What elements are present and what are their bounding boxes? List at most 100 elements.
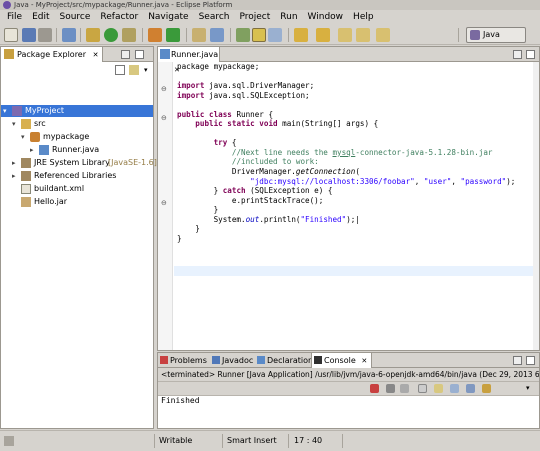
next-annotation-icon[interactable] — [294, 28, 308, 42]
tree-item-mypackage[interactable]: ▾ mypackage — [1, 131, 153, 143]
expanded-icon[interactable]: ▾ — [21, 133, 29, 141]
tab-problems[interactable]: Problems — [158, 353, 207, 368]
open-type-icon[interactable] — [192, 28, 206, 42]
remove-all-launches-icon[interactable] — [400, 384, 409, 393]
tree-item-runner-java[interactable]: ▸ Runner.java — [1, 144, 153, 156]
link-with-editor-icon[interactable] — [129, 65, 139, 75]
run-icon[interactable] — [104, 28, 118, 42]
menu-source[interactable]: Source — [55, 10, 96, 25]
last-edit-location-icon[interactable] — [338, 28, 352, 42]
expanded-icon[interactable]: ▾ — [12, 120, 20, 128]
search-icon[interactable] — [210, 28, 224, 42]
console-process-label: <terminated> Runner [Java Application] /… — [158, 368, 539, 382]
expanded-icon[interactable]: ▾ — [3, 107, 11, 115]
tree-item-label: MyProject — [25, 106, 65, 115]
toggle-mark-occurrences-icon[interactable] — [236, 28, 250, 42]
tree-item-label: mypackage — [43, 132, 90, 141]
tab-runner-java[interactable]: Runner.java ✕ — [158, 47, 220, 74]
code-text[interactable]: package mypackage; import java.sql.Drive… — [177, 62, 515, 243]
minimize-icon[interactable] — [513, 356, 522, 365]
tab-declaration[interactable]: Declaration — [255, 353, 313, 368]
current-line-highlight — [174, 266, 539, 276]
tree-item-label: src — [34, 119, 46, 128]
menu-refactor[interactable]: Refactor — [95, 10, 143, 25]
java-file-icon — [39, 145, 49, 155]
tree-item-label: Hello.jar — [34, 197, 68, 206]
view-menu-icon[interactable]: ▾ — [144, 66, 154, 76]
minimize-icon[interactable] — [513, 50, 522, 59]
tree-item-jre-system-library[interactable]: ▸ JRE System Library [JavaSE-1.6] — [1, 157, 157, 169]
editor-tabbar: Runner.java ✕ — [158, 47, 539, 74]
clear-console-icon[interactable] — [418, 384, 427, 393]
menu-file[interactable]: File — [2, 10, 27, 25]
toolbar-separator — [458, 28, 459, 42]
scroll-lock-icon[interactable] — [434, 384, 443, 393]
menu-run[interactable]: Run — [275, 10, 302, 25]
status-bar: Writable Smart Insert 17 : 40 — [0, 430, 540, 451]
source-folder-icon — [21, 119, 31, 129]
terminate-icon[interactable] — [370, 384, 379, 393]
tab-javadoc[interactable]: Javadoc — [210, 353, 253, 368]
package-icon — [30, 132, 40, 142]
fold-icon[interactable]: ⊖ — [161, 114, 167, 122]
fold-icon[interactable]: ⊖ — [161, 199, 167, 207]
problems-icon — [160, 356, 168, 364]
display-console-icon[interactable] — [466, 384, 475, 393]
console-output[interactable]: Finished — [161, 396, 200, 405]
collapse-all-icon[interactable] — [115, 65, 125, 75]
fast-view-icon[interactable] — [4, 436, 14, 446]
close-icon[interactable]: ✕ — [361, 357, 367, 365]
collapsed-icon[interactable]: ▸ — [12, 172, 20, 180]
tree-item-label: Referenced Libraries — [34, 171, 117, 180]
previous-annotation-icon[interactable] — [316, 28, 330, 42]
maximize-icon[interactable] — [526, 50, 535, 59]
new-class-icon[interactable] — [166, 28, 180, 42]
menu-project[interactable]: Project — [234, 10, 275, 25]
tree-item-src[interactable]: ▾ src — [1, 118, 153, 130]
forward-icon[interactable] — [376, 28, 390, 42]
minimize-icon[interactable] — [121, 50, 130, 59]
window-titlebar: Java - MyProject/src/mypackage/Runner.ja… — [0, 0, 540, 10]
debug-icon[interactable] — [62, 28, 76, 42]
view-menu-icon[interactable]: ▾ — [526, 384, 530, 392]
external-tools-icon[interactable] — [122, 28, 136, 42]
tree-item-suffix: [JavaSE-1.6] — [108, 158, 157, 167]
fold-icon[interactable]: ⊖ — [161, 85, 167, 93]
jar-file-icon — [21, 197, 31, 207]
show-whitespace-icon[interactable] — [268, 28, 282, 42]
package-explorer-view: Package Explorer ✕ ▾ ▾ MyProject ▾ src ▾… — [0, 46, 157, 429]
new-icon[interactable] — [4, 28, 18, 42]
status-insert-mode: Smart Insert — [222, 434, 284, 448]
menu-search[interactable]: Search — [194, 10, 235, 25]
new-java-project-icon[interactable] — [148, 28, 162, 42]
pin-console-icon[interactable] — [450, 384, 459, 393]
toggle-highlight-icon[interactable] — [252, 28, 266, 42]
maximize-icon[interactable] — [526, 356, 535, 365]
collapsed-icon[interactable]: ▸ — [12, 159, 20, 167]
back-icon[interactable] — [356, 28, 370, 42]
menu-help[interactable]: Help — [348, 10, 379, 25]
declaration-icon — [257, 356, 265, 364]
menu-window[interactable]: Window — [303, 10, 349, 25]
tree-item-hello-jar[interactable]: Hello.jar — [1, 196, 153, 208]
close-icon[interactable]: ✕ — [93, 51, 99, 59]
tree-item-myproject[interactable]: ▾ MyProject — [1, 105, 153, 117]
overview-ruler[interactable] — [533, 62, 539, 350]
tab-package-explorer[interactable]: Package Explorer ✕ — [1, 47, 104, 62]
remove-launch-icon[interactable] — [386, 384, 395, 393]
open-console-icon[interactable] — [482, 384, 491, 393]
perspective-switcher[interactable]: Java — [466, 27, 526, 43]
tree-item-referenced-libraries[interactable]: ▸ Referenced Libraries — [1, 170, 153, 182]
print-icon[interactable] — [38, 28, 52, 42]
debug-run-icon[interactable] — [86, 28, 100, 42]
tree-item-buildant-xml[interactable]: buildant.xml — [1, 183, 153, 195]
menu-edit[interactable]: Edit — [27, 10, 54, 25]
eclipse-app-icon — [3, 1, 11, 9]
tab-console[interactable]: Console ✕ — [311, 353, 373, 368]
menu-navigate[interactable]: Navigate — [143, 10, 193, 25]
editor-gutter[interactable]: ⊖ ⊖ ⊖ — [158, 62, 173, 350]
maximize-icon[interactable] — [135, 50, 144, 59]
save-icon[interactable] — [22, 28, 36, 42]
tab-label: Runner.java — [171, 50, 219, 59]
collapsed-icon[interactable]: ▸ — [30, 146, 38, 154]
